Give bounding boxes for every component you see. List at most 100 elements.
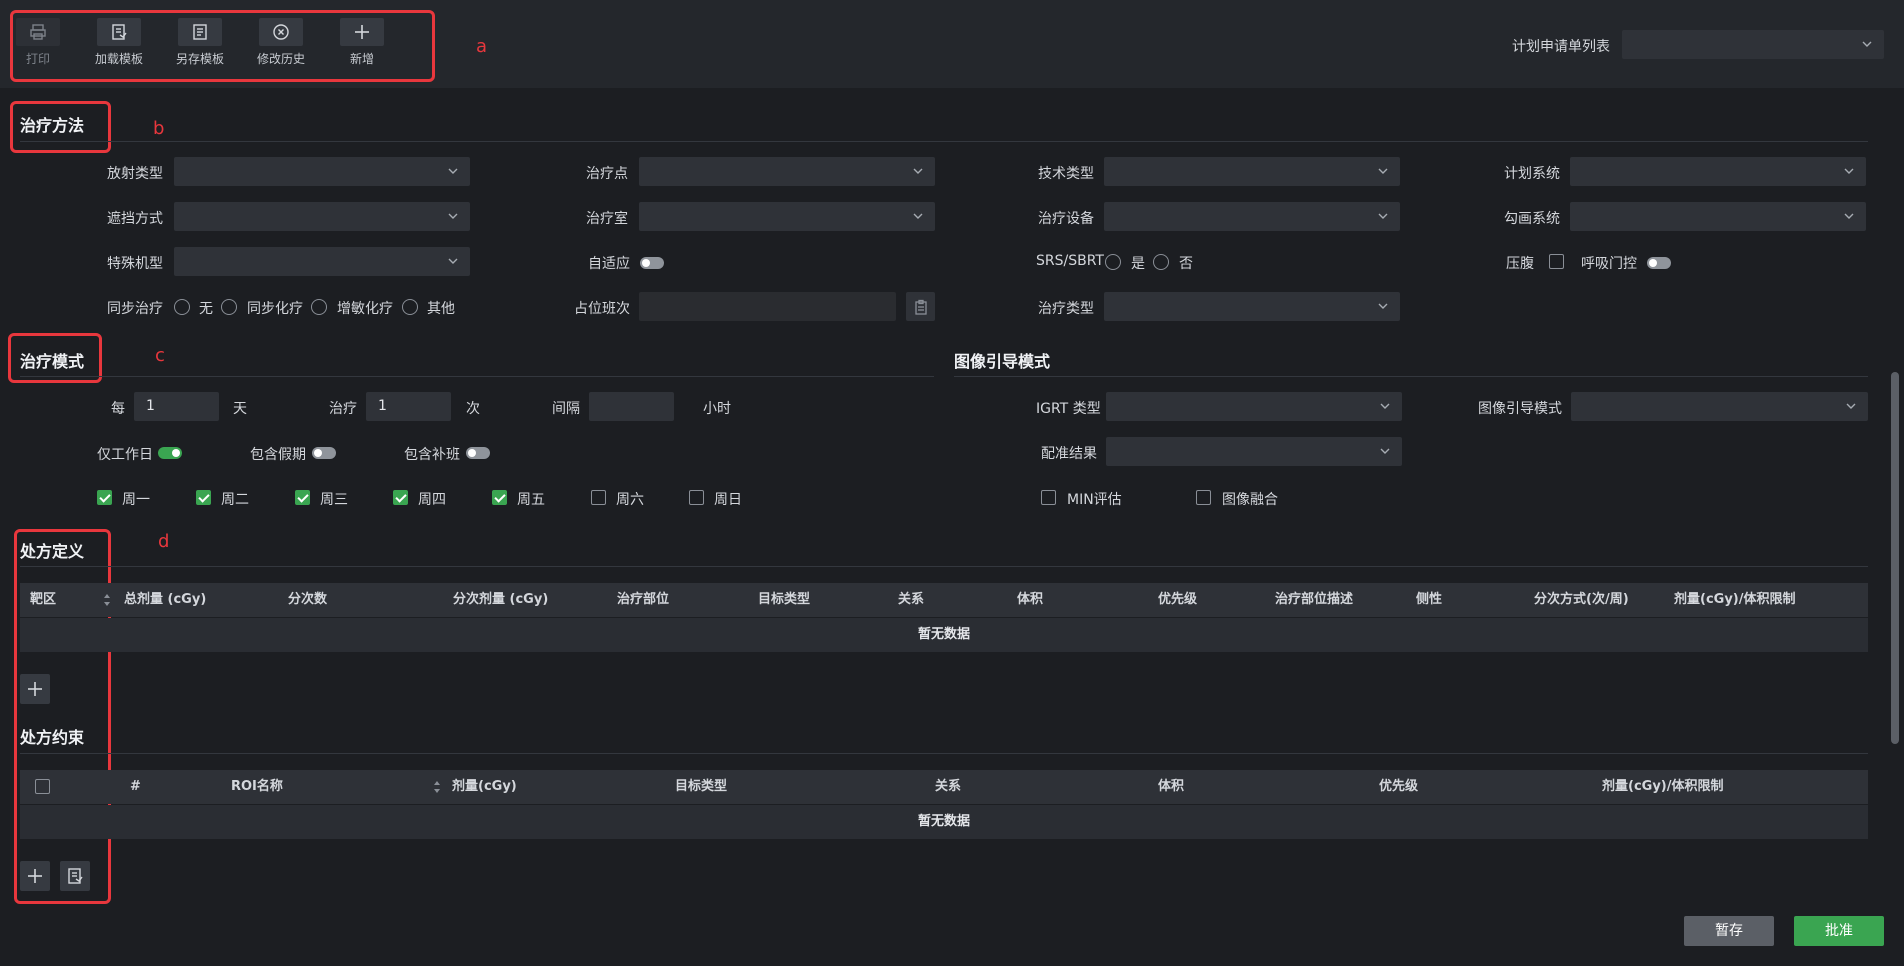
- prescription-column-header[interactable]: 关系: [898, 583, 924, 617]
- chevron-down-icon: [913, 168, 923, 174]
- treatment-device-select[interactable]: [1104, 202, 1400, 231]
- section-title-image-guidance: 图像引导模式: [954, 352, 1051, 371]
- prescription-table-empty: 暂无数据: [20, 618, 1868, 652]
- prescription-column-header[interactable]: 优先级: [1158, 583, 1197, 617]
- igrt-mode-select[interactable]: [1571, 392, 1868, 421]
- prescription-column-header[interactable]: 治疗部位: [617, 583, 669, 617]
- every-days-input[interactable]: 1: [134, 392, 219, 421]
- treatment-type-label: 治疗类型: [1038, 301, 1094, 317]
- constraints-column-header[interactable]: 优先级: [1379, 770, 1418, 804]
- prescription-column-header[interactable]: 治疗部位描述: [1275, 583, 1353, 617]
- section-title-prescription: 处方定义: [20, 542, 85, 561]
- treat-label: 治疗: [329, 401, 357, 417]
- weekday-checkbox[interactable]: [97, 490, 112, 505]
- chevron-down-icon: [1846, 403, 1856, 409]
- constraints-column-header[interactable]: 目标类型: [675, 770, 727, 804]
- constraints-column-header[interactable]: 体积: [1158, 770, 1184, 804]
- constraints-column-header[interactable]: #: [130, 770, 141, 804]
- prescription-column-header[interactable]: 剂量(cGy)/体积限制: [1674, 583, 1795, 617]
- srs-yes-radio[interactable]: [1105, 254, 1121, 270]
- select-all-checkbox[interactable]: [35, 779, 50, 794]
- annotation-label-b: b: [153, 118, 165, 139]
- treatment-type-select[interactable]: [1104, 292, 1400, 321]
- chevron-down-icon: [1378, 168, 1388, 174]
- min-eval-checkbox[interactable]: [1041, 490, 1056, 505]
- treatment-point-label: 治疗点: [586, 166, 628, 182]
- weekday-checkbox[interactable]: [492, 490, 507, 505]
- constraints-column-header[interactable]: 剂量(cGy)/体积限制: [1602, 770, 1723, 804]
- prescription-column-header[interactable]: 总剂量 (cGy): [124, 583, 206, 617]
- radiation-type-select[interactable]: [174, 157, 470, 186]
- registration-select[interactable]: [1106, 437, 1402, 466]
- igrt-type-select[interactable]: [1106, 392, 1402, 421]
- prescription-column-header[interactable]: 分次方式(次/周): [1534, 583, 1629, 617]
- concurrent-chemo-label: 同步化疗: [247, 301, 303, 317]
- concurrent-none-radio[interactable]: [174, 299, 190, 315]
- prescription-column-header[interactable]: 分次剂量 (cGy): [453, 583, 548, 617]
- sort-icon[interactable]: [433, 780, 441, 794]
- weekday-checkbox[interactable]: [196, 490, 211, 505]
- section-title-treatment-method: 治疗方法: [20, 116, 85, 135]
- prescription-column-header[interactable]: 体积: [1017, 583, 1043, 617]
- contour-system-select[interactable]: [1570, 202, 1866, 231]
- prescription-column-header[interactable]: 目标类型: [758, 583, 810, 617]
- weekday-checkbox[interactable]: [689, 490, 704, 505]
- every-label: 每: [111, 401, 125, 417]
- prescription-column-header[interactable]: 侧性: [1416, 583, 1442, 617]
- chevron-down-icon: [1380, 448, 1390, 454]
- image-fusion-checkbox[interactable]: [1196, 490, 1211, 505]
- special-model-select[interactable]: [174, 247, 470, 276]
- adaptive-toggle[interactable]: [640, 257, 664, 269]
- import-constraint-button[interactable]: [60, 861, 90, 891]
- chevron-down-icon: [1378, 303, 1388, 309]
- add-prescription-button[interactable]: [20, 674, 50, 704]
- concurrent-chemo-radio[interactable]: [221, 299, 237, 315]
- section-divider: [20, 376, 934, 377]
- respiratory-gating-toggle[interactable]: [1647, 257, 1671, 269]
- constraints-column-header[interactable]: 剂量(cGy): [452, 770, 517, 804]
- approve-button[interactable]: 批准: [1794, 916, 1884, 946]
- srs-no-radio[interactable]: [1153, 254, 1169, 270]
- planning-system-select[interactable]: [1570, 157, 1866, 186]
- weekday-checkbox[interactable]: [295, 490, 310, 505]
- concurrent-other-radio[interactable]: [402, 299, 418, 315]
- prescription-column-header[interactable]: 分次数: [288, 583, 327, 617]
- constraints-table-header: # ROI名称 剂量(cGy) 目标类型 关系 体积 优先级 剂量(cGy)/体积限制: [20, 770, 1868, 804]
- include-makeup-toggle[interactable]: [466, 447, 490, 459]
- technique-type-select[interactable]: [1104, 157, 1400, 186]
- add-constraint-button[interactable]: [20, 861, 50, 891]
- min-eval-label: MIN评估: [1067, 492, 1122, 508]
- sensitized-chemo-radio[interactable]: [311, 299, 327, 315]
- weekday-checkbox[interactable]: [591, 490, 606, 505]
- constraints-column-header[interactable]: ROI名称: [231, 770, 283, 804]
- srs-no-label: 否: [1179, 256, 1193, 272]
- weekday-label: 周二: [221, 492, 249, 508]
- prescription-column-header[interactable]: 靶区: [30, 583, 56, 617]
- planning-system-label: 计划系统: [1504, 166, 1560, 182]
- plan-list-select[interactable]: [1622, 30, 1884, 59]
- clipboard-button[interactable]: [906, 292, 935, 321]
- interval-input[interactable]: [589, 392, 674, 421]
- treatment-point-select[interactable]: [639, 157, 935, 186]
- prescription-table-header: 靶区 总剂量 (cGy) 分次数 分次剂量 (cGy) 治疗部位 目标类型 关系 体积 优先级 治…: [20, 583, 1868, 617]
- workdays-only-label: 仅工作日: [97, 447, 153, 463]
- shielding-label: 遮挡方式: [107, 211, 163, 227]
- weekday-checkbox[interactable]: [393, 490, 408, 505]
- include-holidays-label: 包含假期: [250, 447, 306, 463]
- placeholder-shift-input[interactable]: [639, 292, 896, 321]
- shielding-select[interactable]: [174, 202, 470, 231]
- abdominal-compression-checkbox[interactable]: [1549, 254, 1564, 269]
- adaptive-label: 自适应: [588, 256, 630, 272]
- workdays-only-toggle[interactable]: [158, 447, 182, 459]
- vertical-scrollbar[interactable]: [1891, 372, 1899, 744]
- weekday-label: 周三: [320, 492, 348, 508]
- treat-times-input[interactable]: 1: [366, 392, 451, 421]
- treatment-room-select[interactable]: [639, 202, 935, 231]
- section-divider: [20, 566, 1868, 567]
- sort-icon[interactable]: [103, 593, 111, 607]
- constraints-column-header[interactable]: 关系: [935, 770, 961, 804]
- chevron-down-icon: [1862, 41, 1872, 47]
- save-draft-button[interactable]: 暂存: [1684, 916, 1774, 946]
- radiation-type-label: 放射类型: [107, 166, 163, 182]
- include-holidays-toggle[interactable]: [312, 447, 336, 459]
